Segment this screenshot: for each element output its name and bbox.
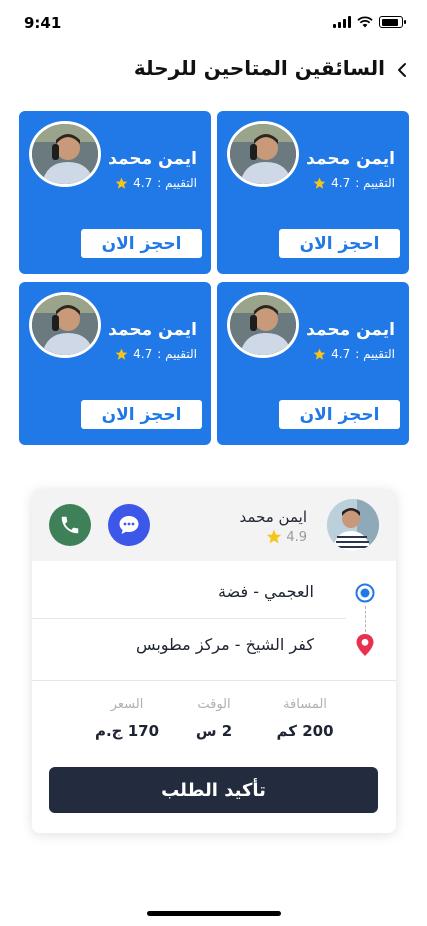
rating-value: 4.7 <box>133 176 153 190</box>
route-line <box>365 606 366 632</box>
price-label: السعر <box>110 697 144 712</box>
time-value: 2 س <box>195 722 233 740</box>
phone-icon <box>61 516 79 534</box>
driver-rating: التقييم : 4.7 <box>115 347 197 361</box>
driver-name: ايمن محمد <box>108 320 197 340</box>
star-icon <box>313 177 326 189</box>
wifi-icon <box>357 16 373 28</box>
distance-stat: المسافة 200 كم <box>260 697 350 740</box>
page-header: السائقين المتاحين للرحلة <box>0 54 427 88</box>
drivers-grid: ايمن محمد التقييم : 4.7 احجز الان ايمن م… <box>19 111 409 445</box>
trip-stats: المسافة 200 كم الوقت 2 س السعر 170 ج.م <box>32 697 396 757</box>
distance-label: المسافة <box>283 697 327 712</box>
rating-value: 4.7 <box>331 347 351 361</box>
driver-card[interactable]: ايمن محمد التقييم : 4.7 احجز الان <box>217 282 409 445</box>
time-stat: الوقت 2 س <box>169 697 259 740</box>
battery-icon <box>379 16 406 28</box>
rating-label: التقييم : <box>157 176 197 190</box>
driver-name: ايمن محمد <box>306 320 395 340</box>
rating-label: التقييم : <box>355 176 395 190</box>
dropoff-address: كفر الشيخ - مركز مطوبس <box>135 635 314 654</box>
driver-card[interactable]: ايمن محمد التقييم : 4.7 احجز الان <box>217 111 409 274</box>
pickup-address: العجمي - فضة <box>218 582 314 601</box>
chat-button[interactable] <box>108 504 150 546</box>
star-icon <box>313 348 326 360</box>
star-icon <box>267 529 282 544</box>
star-icon <box>115 348 128 360</box>
driver-rating: التقييم : 4.7 <box>313 347 395 361</box>
map-pin-icon <box>356 634 374 656</box>
pickup-location-icon <box>355 583 375 603</box>
trip-summary-card: ايمن محمد 4.9 العجمي - فضة كفر الشيخ - م… <box>32 489 396 833</box>
driver-card[interactable]: ايمن محمد التقييم : 4.7 احجز الان <box>19 282 211 445</box>
rating-value: 4.7 <box>331 176 351 190</box>
confirm-order-button[interactable]: تأكيد الطلب <box>49 767 378 813</box>
book-now-button[interactable]: احجز الان <box>81 229 202 258</box>
status-time: 9:41 <box>24 14 62 32</box>
driver-card[interactable]: ايمن محمد التقييم : 4.7 احجز الان <box>19 111 211 274</box>
driver-avatar <box>29 121 101 187</box>
call-button[interactable] <box>49 504 91 546</box>
rating-label: التقييم : <box>157 347 197 361</box>
trip-driver-name: ايمن محمد <box>239 508 307 526</box>
book-now-button[interactable]: احجز الان <box>279 400 400 429</box>
price-value: 170 ج.م <box>94 722 160 740</box>
status-icons <box>333 16 406 28</box>
rating-value: 4.7 <box>133 347 153 361</box>
battery-fill <box>381 18 398 26</box>
divider <box>32 618 346 619</box>
time-label: الوقت <box>197 697 231 712</box>
chat-bubble-icon <box>119 516 139 534</box>
chevron-left-icon[interactable] <box>393 60 413 80</box>
price-stat: السعر 170 ج.م <box>82 697 172 740</box>
driver-avatar <box>29 292 101 358</box>
cellular-signal-icon <box>333 16 351 28</box>
star-icon <box>115 177 128 189</box>
rating-value: 4.9 <box>286 529 307 545</box>
driver-avatar <box>227 292 299 358</box>
driver-rating: التقييم : 4.7 <box>313 176 395 190</box>
driver-name: ايمن محمد <box>108 149 197 169</box>
book-now-button[interactable]: احجز الان <box>279 229 400 258</box>
distance-value: 200 كم <box>276 722 334 740</box>
rating-label: التقييم : <box>355 347 395 361</box>
status-bar: 9:41 <box>0 0 427 48</box>
driver-avatar <box>227 121 299 187</box>
home-indicator <box>147 911 281 916</box>
page-title: السائقين المتاحين للرحلة <box>133 56 385 80</box>
trip-driver-rating: 4.9 <box>266 529 307 545</box>
driver-name: ايمن محمد <box>306 149 395 169</box>
driver-rating: التقييم : 4.7 <box>115 176 197 190</box>
trip-driver-avatar <box>327 499 379 551</box>
trip-driver-header: ايمن محمد 4.9 <box>32 489 396 561</box>
divider <box>32 680 396 681</box>
book-now-button[interactable]: احجز الان <box>81 400 202 429</box>
